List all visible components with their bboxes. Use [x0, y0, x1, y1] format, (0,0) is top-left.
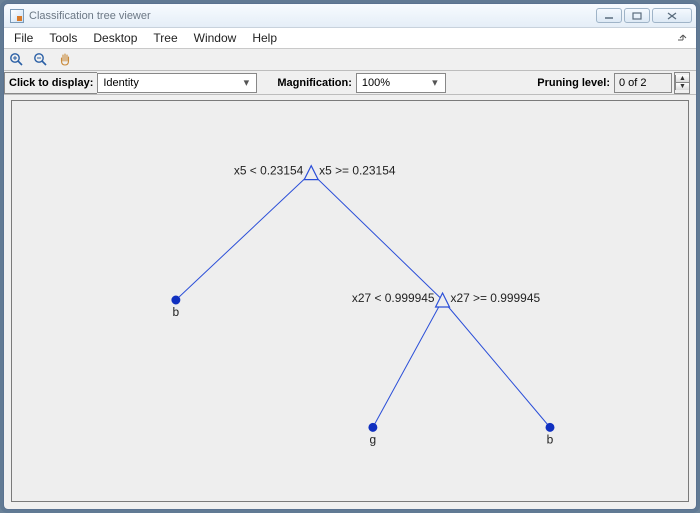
menu-tools[interactable]: Tools — [41, 29, 85, 47]
menu-file[interactable]: File — [6, 29, 41, 47]
maximize-button[interactable] — [624, 8, 650, 23]
split-condition-right: x5 >= 0.23154 — [319, 164, 396, 178]
chevron-down-icon: ▾ — [428, 76, 442, 90]
leaf-label: b — [547, 432, 554, 446]
toolbar — [4, 49, 696, 71]
zoom-out-button[interactable] — [32, 51, 50, 69]
menu-tree[interactable]: Tree — [145, 29, 185, 47]
pruning-spinner[interactable]: ▲ ▼ — [675, 75, 689, 90]
split-node[interactable] — [304, 166, 318, 180]
tree-edge — [373, 300, 443, 427]
magnification-value: 100% — [362, 77, 390, 89]
tree-plot: x5 < 0.23154 x5 >= 0.23154 b x27 < 0.999945… — [12, 101, 688, 501]
leaf-label: b — [173, 305, 180, 319]
app-window: Classification tree viewer File Tools De… — [3, 3, 697, 510]
split-condition-left: x27 < 0.999945 — [352, 291, 435, 305]
menu-desktop[interactable]: Desktop — [85, 29, 145, 47]
display-label: Click to display: — [5, 77, 97, 89]
menu-help[interactable]: Help — [244, 29, 285, 47]
menubar: File Tools Desktop Tree Window Help — [4, 28, 696, 49]
display-value: Identity — [103, 77, 138, 89]
spinner-down-icon[interactable]: ▼ — [676, 82, 689, 90]
tree-edge — [176, 173, 311, 300]
leaf-node[interactable] — [172, 296, 180, 304]
pan-button[interactable] — [56, 51, 74, 69]
leaf-node[interactable] — [369, 423, 377, 431]
tree-edge — [311, 173, 442, 300]
menu-window[interactable]: Window — [186, 29, 245, 47]
titlebar[interactable]: Classification tree viewer — [4, 4, 696, 28]
display-select[interactable]: Identity ▾ — [97, 73, 257, 93]
tree-canvas[interactable]: x5 < 0.23154 x5 >= 0.23154 b x27 < 0.999945… — [11, 100, 689, 502]
magnification-label: Magnification: — [273, 77, 356, 89]
tree-edge — [443, 300, 550, 427]
chevron-down-icon: ▾ — [239, 76, 253, 90]
pruning-value: 0 of 2 — [615, 77, 671, 89]
split-condition-right: x27 >= 0.999945 — [450, 291, 540, 305]
magnification-select[interactable]: 100% ▾ — [356, 73, 446, 93]
spinner-up-icon[interactable]: ▲ — [676, 75, 689, 82]
controlbar: Click to display: Identity ▾ Magnificati… — [4, 71, 696, 95]
pruning-label: Pruning level: — [533, 77, 614, 89]
leaf-label: g — [370, 432, 377, 446]
minimize-button[interactable] — [596, 8, 622, 23]
window-title: Classification tree viewer — [29, 10, 594, 22]
dock-arrow-icon[interactable] — [678, 33, 688, 43]
matlab-icon — [10, 9, 24, 23]
close-button[interactable] — [652, 8, 692, 23]
split-condition-left: x5 < 0.23154 — [234, 164, 304, 178]
zoom-in-button[interactable] — [8, 51, 26, 69]
leaf-node[interactable] — [546, 423, 554, 431]
